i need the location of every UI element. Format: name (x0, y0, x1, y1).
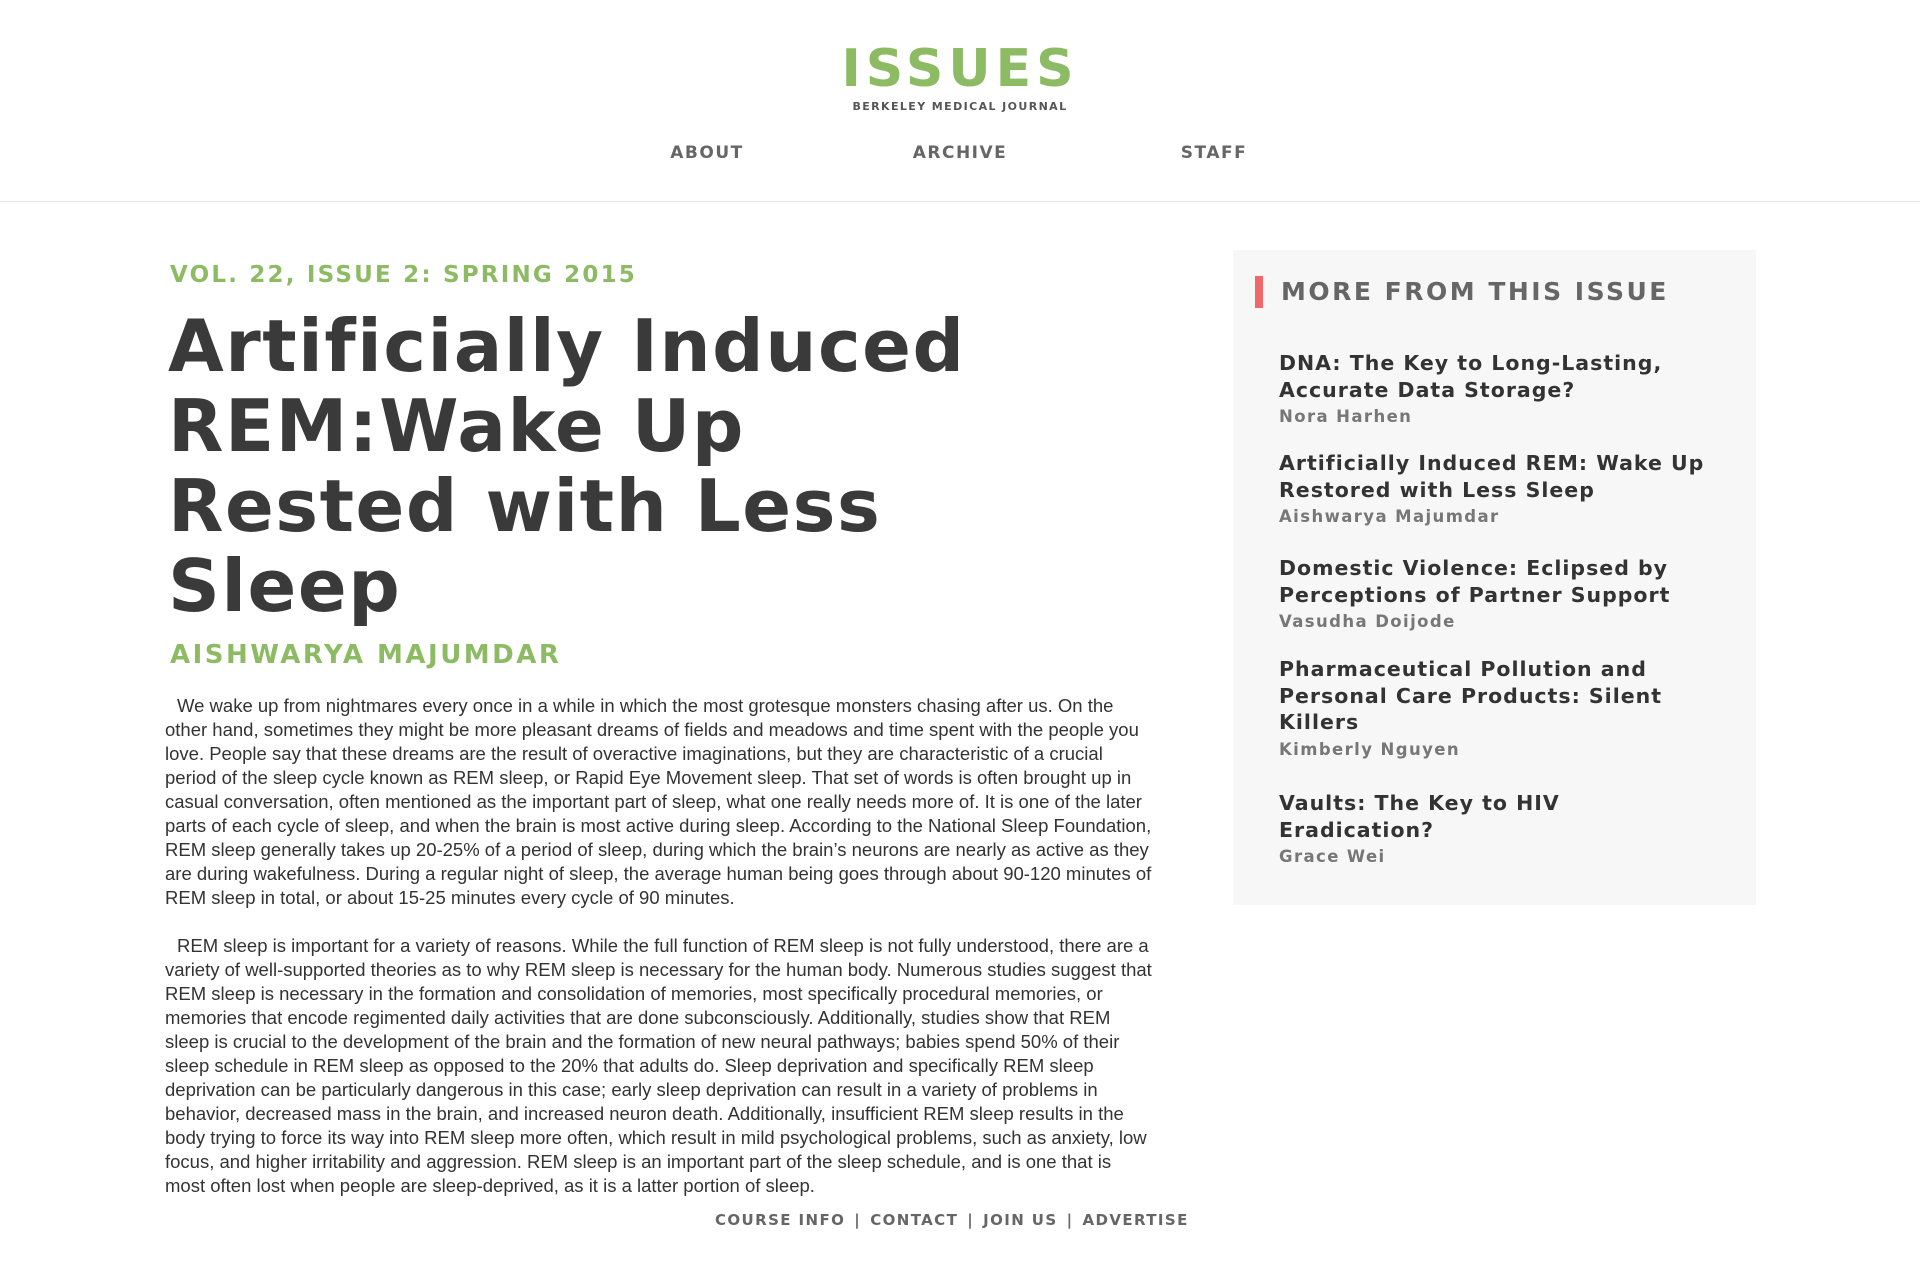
sidebar-article-link[interactable]: Pharmaceutical Pollution and Personal Ca… (1279, 656, 1719, 759)
footer-separator: | (854, 1211, 862, 1229)
issue-label[interactable]: VOL. 22, ISSUE 2: SPRING 2015 (170, 262, 1150, 288)
footer-separator: | (967, 1211, 975, 1229)
nav-about[interactable]: ABOUT (597, 143, 817, 163)
footer-course-info-link[interactable]: COURSE INFO (715, 1211, 845, 1229)
sidebar-article-link[interactable]: Artificially Induced REM: Wake Up Restor… (1279, 450, 1719, 526)
more-from-issue-panel: MORE FROM THIS ISSUE DNA: The Key to Lon… (1233, 250, 1756, 905)
sidebar-article-title[interactable]: Vaults: The Key to HIV Eradication? (1279, 790, 1719, 843)
footer-advertise-link[interactable]: ADVERTISE (1082, 1211, 1188, 1229)
sidebar-article-author: Vasudha Doijode (1279, 612, 1456, 631)
article-paragraph: REM sleep is important for a variety of … (165, 935, 1152, 1196)
sidebar-article-link[interactable]: DNA: The Key to Long-Lasting, Accurate D… (1279, 350, 1719, 426)
article-author: AISHWARYA MAJUMDAR (170, 640, 562, 670)
sidebar-article-link[interactable]: Domestic Violence: Eclipsed by Perceptio… (1279, 555, 1719, 631)
footer-separator: | (1066, 1211, 1074, 1229)
nav-staff[interactable]: STAFF (1104, 143, 1324, 163)
footer-join-us-link[interactable]: JOIN US (983, 1211, 1057, 1229)
footer-contact-link[interactable]: CONTACT (870, 1211, 958, 1229)
sidebar-article-title[interactable]: Artificially Induced REM: Wake Up Restor… (1279, 450, 1719, 503)
site-logo[interactable]: ISSUES BERKELEY MEDICAL JOURNAL (0, 38, 1920, 113)
sidebar-article-author: Nora Harhen (1279, 407, 1413, 426)
sidebar-article-title[interactable]: DNA: The Key to Long-Lasting, Accurate D… (1279, 350, 1719, 403)
sidebar-article-author: Aishwarya Majumdar (1279, 507, 1500, 526)
sidebar-article-author: Kimberly Nguyen (1279, 739, 1460, 759)
sidebar-article-author: Grace Wei (1279, 847, 1386, 866)
logo-title[interactable]: ISSUES (0, 38, 1920, 100)
article-paragraph: We wake up from nightmares every once in… (165, 695, 1152, 908)
sidebar-article-link[interactable]: Vaults: The Key to HIV Eradication? Grac… (1279, 790, 1719, 866)
nav-archive[interactable]: ARCHIVE (850, 143, 1070, 163)
site-header: ISSUES BERKELEY MEDICAL JOURNAL ABOUT AR… (0, 0, 1920, 202)
article: VOL. 22, ISSUE 2: SPRING 2015 Artificial… (165, 262, 1152, 1198)
sidebar-article-title[interactable]: Pharmaceutical Pollution and Personal Ca… (1279, 656, 1719, 736)
footer-links: COURSE INFO | CONTACT | JOIN US | ADVERTISE (715, 1211, 1189, 1229)
sidebar-article-title[interactable]: Domestic Violence: Eclipsed by Perceptio… (1279, 555, 1719, 608)
article-title: Artificially Induced REM:Wake Up Rested … (168, 304, 966, 628)
sidebar-heading: MORE FROM THIS ISSUE (1255, 276, 1669, 308)
main-nav: ABOUT ARCHIVE STAFF (0, 143, 1920, 167)
logo-subtitle: BERKELEY MEDICAL JOURNAL (852, 100, 1068, 113)
